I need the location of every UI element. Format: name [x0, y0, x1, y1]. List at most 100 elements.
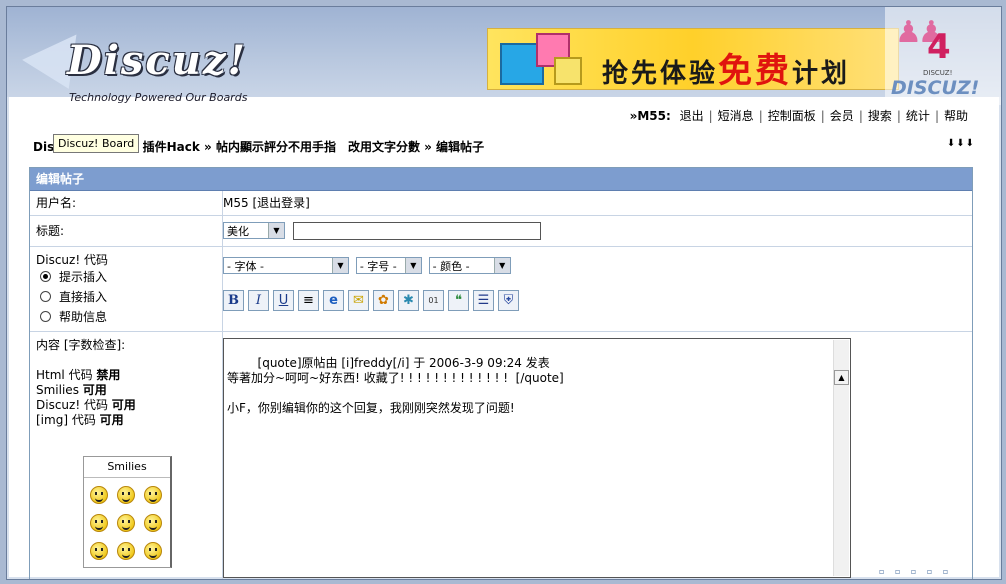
chevron-down-icon: ▼ [493, 258, 510, 273]
smiley-icon[interactable] [144, 542, 162, 560]
banner-part2: 免费 [718, 51, 793, 91]
chevron-down-icon: ▼ [404, 258, 421, 273]
logo-tagline: Technology Powered Our Boards [69, 91, 248, 104]
color-select[interactable]: - 颜色 - ▼ [428, 257, 511, 274]
top-nav: »M55: 退出 | 短消息 | 控制面板 | 会员 | 搜索 | 统计 | 帮助 [630, 107, 973, 124]
radio-button[interactable] [40, 291, 51, 302]
gift-box-icon [554, 57, 582, 85]
email-icon[interactable]: ✉ [348, 290, 369, 311]
smiley-icon[interactable] [90, 514, 108, 532]
size-select[interactable]: - 字号 - ▼ [355, 257, 422, 274]
discuz-status-line: Discuz! 代码 可用 [36, 398, 222, 413]
radio-button[interactable] [40, 271, 51, 282]
discuz-label: Discuz! 代码 [36, 398, 108, 412]
img-status-line: [img] 代码 可用 [36, 413, 222, 428]
font-select[interactable]: - 字体 - ▼ [223, 257, 349, 274]
bold-icon[interactable]: B [223, 290, 244, 311]
banner-part1: 抢先体验 [602, 59, 719, 89]
username-value[interactable]: M55 [退出登录] [223, 191, 310, 215]
code-label: Discuz! 代码 [36, 253, 108, 267]
smilies-title: Smilies [84, 457, 170, 478]
chevron-down-icon: ▼ [268, 223, 284, 238]
smiley-icon[interactable] [117, 514, 135, 532]
nav-logout[interactable]: 退出 [675, 109, 709, 123]
username-label: 用户名: [30, 191, 223, 215]
center-icon[interactable]: ≡ [298, 290, 319, 311]
list-icon[interactable]: ☰ [473, 290, 494, 311]
badge-small-text: DISCUZ! [923, 69, 953, 77]
logo-text: Discuz! [67, 37, 248, 84]
quote-icon[interactable]: ❝ [448, 290, 469, 311]
image-icon[interactable]: ✿ [373, 290, 394, 311]
smilies-status: 可用 [82, 383, 107, 397]
mode-label: 提示插入 [59, 270, 108, 284]
browser-page: Discuz! Technology Powered Our Boards 抢先… [6, 6, 1002, 580]
nav-stats[interactable]: 统计 [901, 109, 935, 123]
color-select-value: - 颜色 - [432, 260, 470, 273]
size-select-value: - 字号 - [359, 260, 397, 273]
banner-text: 抢先体验免费计划 [602, 43, 850, 92]
chevron-down-icon: ▼ [332, 258, 348, 273]
code-options: Discuz! 代码 提示插入 直接插入 帮助信息 [30, 247, 223, 335]
flash-icon[interactable]: ✱ [398, 290, 419, 311]
tooltip: Discuz! Board [53, 134, 140, 153]
html-label: Html 代码 [36, 368, 93, 382]
smiley-icon[interactable] [90, 486, 108, 504]
html-status-line: Html 代码 禁用 [36, 368, 222, 383]
discuz-status: 可用 [111, 398, 136, 412]
edit-post-form: 编辑帖子 用户名: M55 [退出登录] 标题: 美化 ▼ Discuz! 代码 … [29, 167, 973, 579]
smilies-label: Smilies [36, 383, 79, 397]
nav-search[interactable]: 搜索 [863, 109, 897, 123]
subject-row: 标题: 美化 ▼ [30, 216, 972, 247]
underline-icon[interactable]: U [273, 290, 294, 311]
discuz-logo[interactable]: Discuz! Technology Powered Our Boards [22, 31, 249, 111]
status-icons: ▫ ▫ ▫ ▫ ▫ [879, 567, 953, 576]
subject-label: 标题: [30, 216, 223, 246]
content-textarea[interactable]: [quote]原帖由 [i]freddy[/i] 于 2006-3-9 09:2… [223, 338, 851, 578]
mode-help[interactable]: 帮助信息 [36, 307, 222, 327]
smiley-icon[interactable] [144, 486, 162, 504]
nav-messages[interactable]: 短消息 [713, 109, 759, 123]
content-text: [quote]原帖由 [i]freddy[/i] 于 2006-3-9 09:2… [227, 356, 564, 415]
username-row: 用户名: M55 [退出登录] [30, 191, 972, 216]
nav-members[interactable]: 会员 [825, 109, 859, 123]
smiley-icon[interactable] [117, 542, 135, 560]
site-header: Discuz! Technology Powered Our Boards 抢先… [7, 7, 1001, 104]
hide-icon[interactable]: ⛨ [498, 290, 519, 311]
mode-label: 帮助信息 [59, 310, 108, 324]
nav-control-panel[interactable]: 控制面板 [763, 109, 821, 123]
form-title: 编辑帖子 [30, 168, 972, 191]
code-row: Discuz! 代码 提示插入 直接插入 帮助信息 - 字体 - ▼ - 字号 -… [30, 247, 972, 335]
subject-input[interactable] [292, 222, 541, 240]
scroll-up-icon[interactable]: ▲ [834, 370, 849, 385]
promo-banner[interactable]: 抢先体验免费计划 [487, 28, 899, 92]
textarea-scrollbar[interactable]: ▲ [833, 340, 849, 576]
smilies-status-line: Smilies 可用 [36, 383, 222, 398]
badge-text: DISCUZ! [891, 77, 980, 99]
banner-part3: 计划 [792, 59, 851, 89]
smiley-icon[interactable] [117, 486, 135, 504]
format-toolbar: B I U ≡ e ✉ ✿ ✱ 01 ❝ ☰ ⛨ [223, 290, 523, 311]
collapse-arrows-icon[interactable]: ⬇⬇⬇ [947, 138, 975, 149]
content-info: 内容 [字数检查]: Html 代码 禁用 Smilies 可用 Discuz!… [30, 332, 223, 579]
html-status: 禁用 [96, 368, 121, 382]
content-row: 内容 [字数检查]: Html 代码 禁用 Smilies 可用 Discuz!… [30, 332, 972, 579]
smilies-panel: Smilies [83, 456, 172, 568]
code-icon[interactable]: 01 [423, 290, 444, 311]
img-status: 可用 [99, 413, 124, 427]
smiley-icon[interactable] [144, 514, 162, 532]
radio-button[interactable] [40, 311, 51, 322]
img-label: [img] 代码 [36, 413, 96, 427]
nav-username: »M55: [629, 109, 671, 123]
subject-prefix-value: 美化 [227, 225, 249, 238]
mode-direct[interactable]: 直接插入 [36, 287, 222, 307]
subject-prefix-select[interactable]: 美化 ▼ [223, 222, 285, 239]
discuz4-badge: ♟♟ 4 DISCUZ! DISCUZ! [885, 7, 1001, 105]
content-label[interactable]: 内容 [字数检查]: [36, 338, 222, 353]
nav-help[interactable]: 帮助 [939, 109, 973, 123]
link-icon[interactable]: e [323, 290, 344, 311]
smiley-icon[interactable] [90, 542, 108, 560]
mode-prompt[interactable]: 提示插入 [36, 267, 222, 287]
mode-label: 直接插入 [59, 290, 108, 304]
italic-icon[interactable]: I [248, 290, 269, 311]
